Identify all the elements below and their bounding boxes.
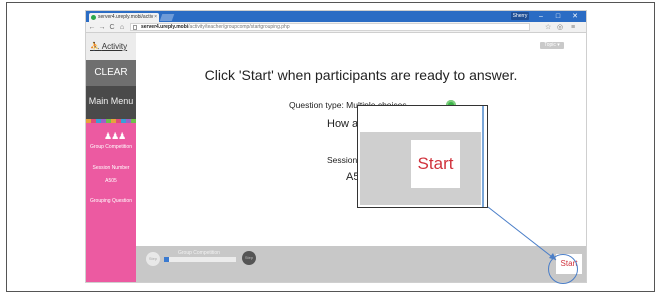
favicon-icon bbox=[91, 15, 96, 20]
session-label: Session bbox=[327, 155, 358, 165]
zoom-background: Start bbox=[360, 132, 481, 205]
url-path: /activity/teacher/groupcomp/startgroupin… bbox=[188, 24, 290, 30]
title-bar: server4.ureply.mobi/activ × Sherry – □ ✕ bbox=[86, 11, 586, 22]
page-title: Click 'Start' when participants are read… bbox=[204, 67, 518, 83]
profile-badge[interactable]: Sherry bbox=[511, 12, 529, 20]
reload-icon[interactable]: C bbox=[108, 22, 116, 33]
address-toolbar: ← → C ⌂ server4.ureply.mobi/activity/tea… bbox=[86, 22, 586, 33]
bottom-bar: Step Group Competition Step Start bbox=[136, 246, 586, 282]
url-input[interactable]: server4.ureply.mobi/activity/teacher/gro… bbox=[130, 23, 530, 31]
url-host: server4.ureply.mobi bbox=[141, 24, 189, 30]
page-icon bbox=[133, 25, 137, 30]
tab-close-icon[interactable]: × bbox=[154, 13, 157, 22]
activity-link[interactable]: ⛹ Activity bbox=[90, 42, 127, 51]
clear-button[interactable]: CLEAR bbox=[86, 60, 136, 86]
close-icon[interactable]: ✕ bbox=[568, 11, 582, 22]
highlight-circle bbox=[548, 254, 578, 284]
zoom-edge bbox=[482, 106, 484, 207]
sidebar-item-grouping-question[interactable]: Grouping Question bbox=[86, 198, 136, 204]
main-menu-button[interactable]: Main Menu bbox=[86, 86, 136, 123]
zoom-callout: Start bbox=[357, 105, 488, 208]
group-icon: ♟♟♟ bbox=[104, 131, 126, 141]
zoomed-start-button: Start bbox=[411, 140, 460, 188]
progress-label: Group Competition bbox=[178, 250, 220, 256]
new-tab-button[interactable] bbox=[159, 14, 175, 21]
main-menu-label: Main Menu bbox=[88, 96, 134, 106]
minimize-icon[interactable]: – bbox=[534, 11, 548, 22]
sidebar: ⛹ Activity CLEAR Main Menu ♟♟♟ Group Com… bbox=[86, 33, 136, 282]
activity-label: Activity bbox=[101, 42, 128, 51]
sidebar-panel: ♟♟♟ Group Competition Session Number A50… bbox=[86, 123, 136, 282]
topic-label: Topic bbox=[544, 42, 556, 48]
maximize-icon[interactable]: □ bbox=[551, 11, 565, 22]
session-number-label: Session Number bbox=[92, 165, 130, 171]
sidebar-item-group-competition[interactable]: Group Competition bbox=[86, 144, 136, 150]
tab-title: server4.ureply.mobi/activ bbox=[98, 14, 154, 20]
topic-button[interactable]: Topic ▾ bbox=[540, 42, 564, 49]
extension-icon[interactable]: ◎ bbox=[557, 22, 563, 33]
sidebar-header: ⛹ Activity bbox=[86, 33, 136, 60]
browser-menu-icon[interactable]: ≡ bbox=[571, 22, 575, 33]
forward-icon[interactable]: → bbox=[98, 22, 106, 33]
browser-tab[interactable]: server4.ureply.mobi/activ × bbox=[89, 13, 159, 22]
step-two-icon: Step bbox=[242, 251, 256, 265]
step-one-icon: Step bbox=[146, 252, 160, 266]
question-text: How a bbox=[327, 118, 359, 130]
browser-window: server4.ureply.mobi/activ × Sherry – □ ✕… bbox=[86, 11, 586, 282]
person-icon: ⛹ bbox=[90, 42, 100, 51]
session-number-value: A505 bbox=[105, 178, 117, 184]
home-icon[interactable]: ⌂ bbox=[118, 22, 126, 33]
progress-fill bbox=[164, 257, 170, 262]
progress-bar bbox=[164, 257, 236, 262]
bookmark-star-icon[interactable]: ☆ bbox=[545, 22, 551, 33]
back-icon[interactable]: ← bbox=[88, 22, 96, 33]
